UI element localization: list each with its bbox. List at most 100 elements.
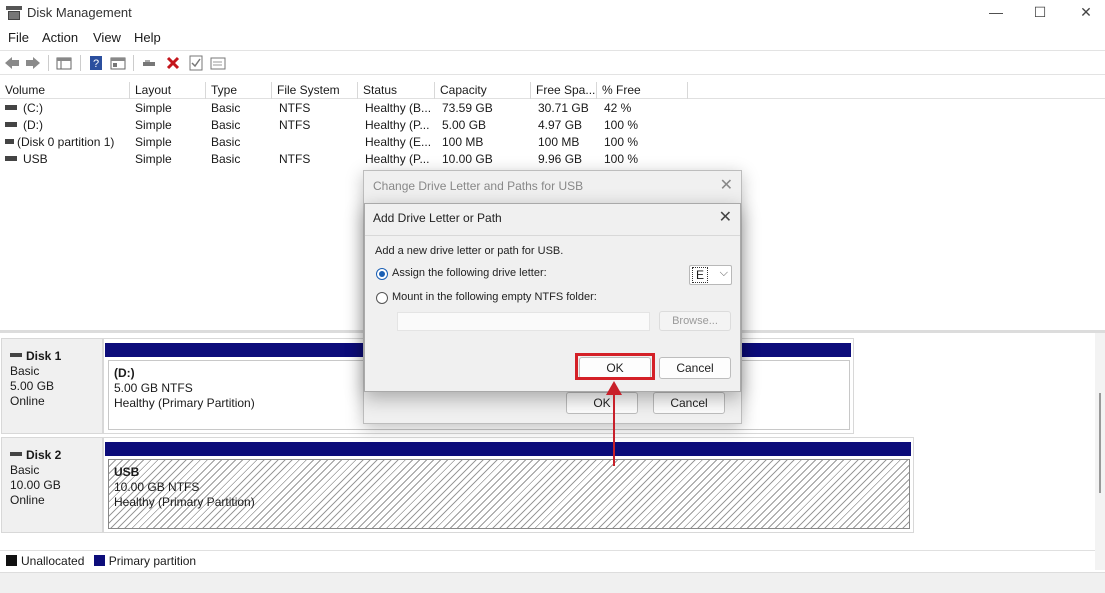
- partition-size: 10.00 GB NTFS: [114, 480, 200, 494]
- scrollbar-thumb[interactable]: [1099, 393, 1101, 493]
- partition-usb[interactable]: USB 10.00 GB NTFS Healthy (Primary Parti…: [108, 459, 910, 529]
- maximize-icon: ☐: [1033, 4, 1047, 20]
- status-bar: [0, 572, 1105, 593]
- column-free-space[interactable]: Free Spa...: [531, 82, 597, 99]
- minimize-icon: —: [989, 4, 1003, 20]
- volume-fs: NTFS: [279, 152, 311, 166]
- drive-icon: [5, 122, 17, 128]
- column-type[interactable]: Type: [206, 82, 272, 99]
- volume-status: Healthy (B...: [365, 101, 432, 115]
- dialog-prompt: Add a new drive letter or path for USB.: [375, 245, 564, 257]
- disk-1-label[interactable]: Disk 1 Basic 5.00 GB Online: [1, 338, 103, 434]
- menu-file[interactable]: File: [8, 30, 29, 45]
- volume-free: 9.96 GB: [538, 152, 583, 166]
- volume-layout: Simple: [135, 135, 172, 149]
- properties-icon[interactable]: [109, 54, 127, 72]
- chevron-down-icon: ⌵: [719, 267, 728, 279]
- mount-folder-input[interactable]: [397, 312, 650, 331]
- drive-icon: [5, 156, 17, 162]
- volume-name: (C:): [23, 101, 43, 115]
- volume-capacity: 100 MB: [442, 135, 484, 149]
- volume-row[interactable]: USB Simple Basic NTFS Healthy (P... 10.0…: [0, 151, 700, 168]
- volume-percent-free: 100 %: [604, 152, 639, 166]
- volume-fs: NTFS: [279, 101, 311, 115]
- volume-layout: Simple: [135, 118, 172, 132]
- maximize-button[interactable]: ☐: [1017, 0, 1063, 26]
- disk-management-icon: [6, 6, 22, 20]
- add-drive-letter-dialog: Add Drive Letter or Path ✕ Add a new dri…: [364, 203, 741, 392]
- cancel-button[interactable]: Cancel: [653, 392, 725, 414]
- volume-free: 30.71 GB: [538, 101, 589, 115]
- volume-status: Healthy (E...: [365, 135, 432, 149]
- menu-action[interactable]: Action: [42, 30, 78, 45]
- column-capacity[interactable]: Capacity: [435, 82, 531, 99]
- column-volume[interactable]: Volume: [0, 82, 130, 99]
- disk-state: Online: [10, 394, 45, 408]
- volume-layout: Simple: [135, 152, 172, 166]
- vertical-scrollbar[interactable]: [1095, 333, 1105, 570]
- annotation-arrow: [613, 392, 615, 466]
- checklist-icon[interactable]: [187, 54, 205, 72]
- volume-capacity: 10.00 GB: [442, 152, 493, 166]
- menu-view[interactable]: View: [93, 30, 121, 45]
- primary-partition-swatch: [93, 555, 105, 567]
- close-icon[interactable]: ✕: [719, 207, 732, 227]
- minimize-button[interactable]: —: [973, 0, 1019, 26]
- toolbar: ?: [0, 50, 1105, 75]
- column-status[interactable]: Status: [358, 82, 435, 99]
- volume-free: 100 MB: [538, 135, 580, 149]
- assign-letter-radio[interactable]: [376, 268, 388, 280]
- volume-status: Healthy (P...: [365, 118, 430, 132]
- drive-letter-select[interactable]: E ⌵: [689, 265, 732, 285]
- delete-icon[interactable]: [164, 54, 182, 72]
- disk-kind: Basic: [10, 463, 40, 477]
- volume-percent-free: 100 %: [604, 118, 639, 132]
- browse-button[interactable]: Browse...: [659, 311, 731, 331]
- volume-name: (Disk 0 partition 1): [17, 135, 115, 149]
- mount-folder-label[interactable]: Mount in the following empty NTFS folder…: [392, 291, 597, 303]
- mount-folder-radio[interactable]: [376, 292, 388, 304]
- forward-arrow-icon[interactable]: [24, 54, 42, 72]
- menu-bar: File Action View Help: [0, 28, 1105, 48]
- ok-highlight-box: [575, 353, 655, 380]
- ok-button[interactable]: OK: [566, 392, 638, 414]
- close-button[interactable]: ✕: [1063, 0, 1105, 26]
- window-icon[interactable]: [209, 54, 227, 72]
- close-icon[interactable]: ✕: [720, 175, 733, 195]
- back-arrow-icon[interactable]: [3, 54, 21, 72]
- volume-percent-free: 42 %: [604, 101, 632, 115]
- volume-type: Basic: [211, 101, 241, 115]
- legend: Unallocated Primary partition: [0, 550, 1095, 570]
- console-tree-icon[interactable]: [55, 54, 73, 72]
- disk-state: Online: [10, 493, 45, 507]
- menu-help[interactable]: Help: [134, 30, 161, 45]
- disk-size: 10.00 GB: [10, 478, 61, 492]
- help-icon[interactable]: ?: [87, 54, 105, 72]
- close-icon: ✕: [1080, 4, 1092, 20]
- primary-partition-bar: [105, 442, 911, 456]
- dialog-title: Change Drive Letter and Paths for USB: [373, 179, 584, 193]
- volume-layout: Simple: [135, 101, 172, 115]
- disk-name: Disk 2: [10, 448, 102, 463]
- window-title: Disk Management: [27, 5, 132, 20]
- connect-icon[interactable]: [140, 54, 158, 72]
- volume-name: (D:): [23, 118, 43, 132]
- volume-capacity: 73.59 GB: [442, 101, 493, 115]
- column-file-system[interactable]: File System: [272, 82, 358, 99]
- assign-letter-label[interactable]: Assign the following drive letter:: [392, 267, 547, 279]
- volume-fs: NTFS: [279, 118, 311, 132]
- volume-row[interactable]: (D:) Simple Basic NTFS Healthy (P... 5.0…: [0, 117, 700, 134]
- disk-2-label[interactable]: Disk 2 Basic 10.00 GB Online: [1, 437, 103, 533]
- drive-letter-value: E: [692, 267, 709, 283]
- legend-unallocated: Unallocated: [21, 554, 85, 568]
- column-layout[interactable]: Layout: [130, 82, 206, 99]
- cancel-button[interactable]: Cancel: [659, 357, 731, 379]
- drive-icon: [5, 105, 17, 111]
- title-bar: Disk Management — ☐ ✕: [0, 0, 1105, 26]
- column-percent-free[interactable]: % Free: [597, 82, 688, 99]
- unallocated-swatch: [6, 555, 17, 567]
- volume-row[interactable]: (Disk 0 partition 1) Simple Basic Health…: [0, 134, 700, 151]
- volume-row[interactable]: (C:) Simple Basic NTFS Healthy (B... 73.…: [0, 100, 700, 117]
- volume-type: Basic: [211, 118, 241, 132]
- disk-2-area: USB 10.00 GB NTFS Healthy (Primary Parti…: [103, 437, 914, 533]
